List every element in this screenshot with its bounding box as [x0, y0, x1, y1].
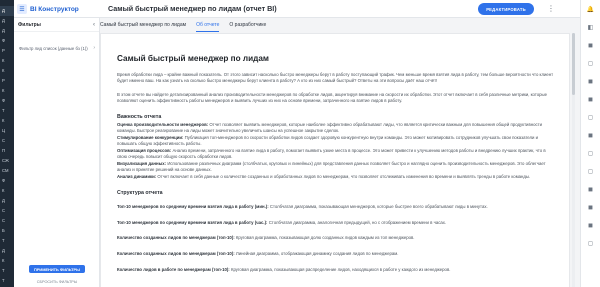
toolbar-icon[interactable]: ◼	[586, 185, 595, 194]
sidebar-item[interactable]: Т	[0, 106, 14, 116]
structure-item-text: Столбчатая диаграмма, аналогичная предыд…	[267, 220, 447, 225]
tab-about-report[interactable]: Об отчете	[196, 18, 220, 32]
sidebar-item[interactable]: Д	[0, 26, 14, 36]
sidebar-item[interactable]: СМ	[0, 166, 14, 176]
structure-item: Количество созданных лидов по менеджерам…	[117, 235, 555, 241]
structure-item-text: Столбчатая диаграмма, показывающая менед…	[268, 204, 488, 209]
structure-item-text: Круговая диаграмма, показывающая долю со…	[234, 235, 415, 240]
structure-item-bold: Количество лидов в работе по менеджерам …	[117, 267, 230, 272]
sidebar-item[interactable]: Б	[0, 226, 14, 236]
sidebar-item[interactable]: Р	[0, 76, 14, 86]
sidebar-item[interactable]: Д	[0, 246, 14, 256]
sidebar-item[interactable]: Д	[0, 196, 14, 206]
importance-item-text: Использование различных диаграмм (столбч…	[117, 161, 546, 173]
scrollbar-thumb[interactable]	[572, 33, 575, 95]
sidebar-item[interactable]: Ф	[0, 176, 14, 186]
toolbar-icon[interactable]: ◻	[586, 59, 595, 68]
sidebar-item[interactable]: Т	[0, 266, 14, 276]
structure-item-bold: Количество созданных лидов по менеджерам…	[117, 251, 235, 256]
structure-item-bold: Топ-10 менеджеров по среднему времени вз…	[117, 220, 268, 225]
filters-panel: Фильтры ‹ Фильтр лид список (данные бз (…	[14, 18, 100, 287]
toolbar-icon[interactable]: ◧	[586, 23, 595, 32]
importance-item: Оптимизация процессов: Анализ времени, з…	[117, 148, 555, 161]
header: ☰ BI Конструктор Самый быстрый менеджер …	[14, 0, 580, 18]
doc-intro: Время обработки лида – крайне важный пок…	[117, 72, 554, 84]
brand-name: BI Конструктор	[30, 5, 79, 13]
toolbar-icon[interactable]: 🔔	[586, 5, 595, 14]
sidebar-item[interactable]: С	[0, 136, 14, 146]
sidebar-item[interactable]: СЖ	[0, 156, 14, 166]
importance-item-bold: Оптимизация процессов:	[117, 148, 172, 153]
importance-item-bold: Визуализация данных:	[117, 161, 167, 166]
importance-item: Анализ динамики: Отчет включает в себя д…	[117, 174, 555, 180]
toolbar-icon[interactable]: ◼	[586, 41, 595, 50]
filters-header: Фильтры ‹	[14, 18, 99, 32]
filter-item[interactable]: Фильтр лид список (данные бз (1)) ›	[18, 42, 96, 54]
sidebar-item[interactable]: К	[0, 186, 14, 196]
sidebar-item[interactable]: К	[0, 56, 14, 66]
importance-item: Визуализация данных: Использование разли…	[117, 161, 555, 174]
apply-filters-button[interactable]: ПРИМЕНИТЬ ФИЛЬТРЫ	[29, 265, 85, 273]
importance-item-text: Анализ времени, затраченного на взятие л…	[117, 148, 546, 160]
filter-item-label: Фильтр лид список (данные бз (1))	[19, 45, 88, 51]
sidebar-item[interactable]: С	[0, 216, 14, 226]
tabs: Самый быстрый менеджер по лидам Об отчет…	[100, 18, 580, 32]
structure-item-text: Линейная диаграмма, отображающая динамик…	[234, 251, 399, 256]
chevron-right-icon: ›	[93, 44, 95, 51]
structure-title: Структура отчета	[117, 190, 163, 196]
sidebar-item[interactable]: П	[0, 146, 14, 156]
toolbar-icon[interactable]: ◻	[586, 239, 595, 248]
doc-paragraph: В этом отчете вы найдете детализированны…	[117, 92, 548, 104]
edit-button[interactable]: РЕДАКТИРОВАТЬ	[478, 3, 534, 15]
sidebar-item[interactable]: Ф	[0, 36, 14, 46]
sidebar-item[interactable]: Д	[0, 16, 14, 26]
toolbar-icon[interactable]: ◼	[586, 95, 595, 104]
toolbar-icon[interactable]: ◼	[586, 77, 595, 86]
sidebar-item[interactable]: Ф	[0, 96, 14, 106]
structure-item-text: Круговая диаграмма, показывающая распред…	[229, 267, 451, 272]
toolbar-icon[interactable]: ◼	[586, 203, 595, 212]
toolbar-icon[interactable]: ◻	[586, 113, 595, 122]
sidebar-item[interactable]: К	[0, 66, 14, 76]
toolbar-icon[interactable]: ◻	[586, 149, 595, 158]
collapse-chevron-icon[interactable]: ‹	[93, 22, 95, 28]
importance-title: Важность отчета	[117, 114, 162, 120]
sidebar-item[interactable]: К	[0, 86, 14, 96]
more-options-icon[interactable]: ⋮	[546, 5, 556, 13]
brand-logo-icon: ☰	[17, 4, 27, 14]
sidebar-item[interactable]: Д	[0, 6, 14, 16]
toolbar-icon[interactable]: ◼	[586, 131, 595, 140]
toolbar-icon[interactable]: ◻	[586, 167, 595, 176]
structure-item-bold: Количество созданных лидов по менеджерам…	[117, 235, 235, 240]
right-toolbar: 🔔 ◧ ◼ ◻ ◼ ◼ ◻ ◼ ◻ ◻ ◼ ◼ ◼ ◻	[580, 0, 600, 287]
report-description: Самый быстрый менеджер по лидам Время об…	[100, 33, 570, 287]
sidebar-item[interactable]: К	[0, 116, 14, 126]
importance-item: Стимулирование конкуренции: Публикация т…	[117, 135, 555, 148]
importance-item-bold: Оценка производительности менеджеров:	[117, 122, 209, 127]
structure-item: Количество созданных лидов по менеджерам…	[117, 251, 555, 257]
sidebar-item[interactable]: К	[0, 256, 14, 266]
sidebar-item[interactable]: Ц	[0, 126, 14, 136]
doc-title: Самый быстрый менеджер по лидам	[117, 54, 269, 63]
structure-item-bold: Топ-10 менеджеров по среднему времени вз…	[117, 204, 269, 209]
importance-item: Оценка производительности менеджеров: От…	[117, 122, 555, 135]
filters-title: Фильтры	[18, 21, 41, 28]
tab-main[interactable]: Самый быстрый менеджер по лидам	[100, 18, 186, 32]
reset-filters-button[interactable]: СБРОСИТЬ ФИЛЬТРЫ	[35, 280, 79, 286]
left-rail: Д Д Д Ф Р К К Р К Ф Т К Ц С П СЖ СМ Ф К Д С С Б Т Д К Т Т	[0, 0, 14, 287]
structure-item: Топ-10 менеджеров по среднему времени вз…	[117, 204, 555, 210]
report-title: Самый быстрый менеджер по лидам (отчет B…	[108, 4, 277, 13]
structure-item: Количество лидов в работе по менеджерам …	[117, 267, 555, 273]
sidebar-item[interactable]: Р	[0, 46, 14, 56]
tab-developer[interactable]: О разработчике	[229, 18, 266, 32]
importance-item-bold: Стимулирование конкуренции:	[117, 135, 184, 140]
sidebar-item[interactable]: С	[0, 206, 14, 216]
importance-item-text: Отчет включает в себя данные о количеств…	[156, 174, 531, 179]
brand[interactable]: ☰ BI Конструктор	[14, 0, 100, 18]
importance-item-bold: Анализ динамики:	[117, 174, 157, 179]
toolbar-icon[interactable]: ◼	[586, 221, 595, 230]
sidebar-item[interactable]: Т	[0, 276, 14, 286]
sidebar-item[interactable]: Т	[0, 236, 14, 246]
structure-item: Топ-10 менеджеров по среднему времени вз…	[117, 220, 555, 226]
